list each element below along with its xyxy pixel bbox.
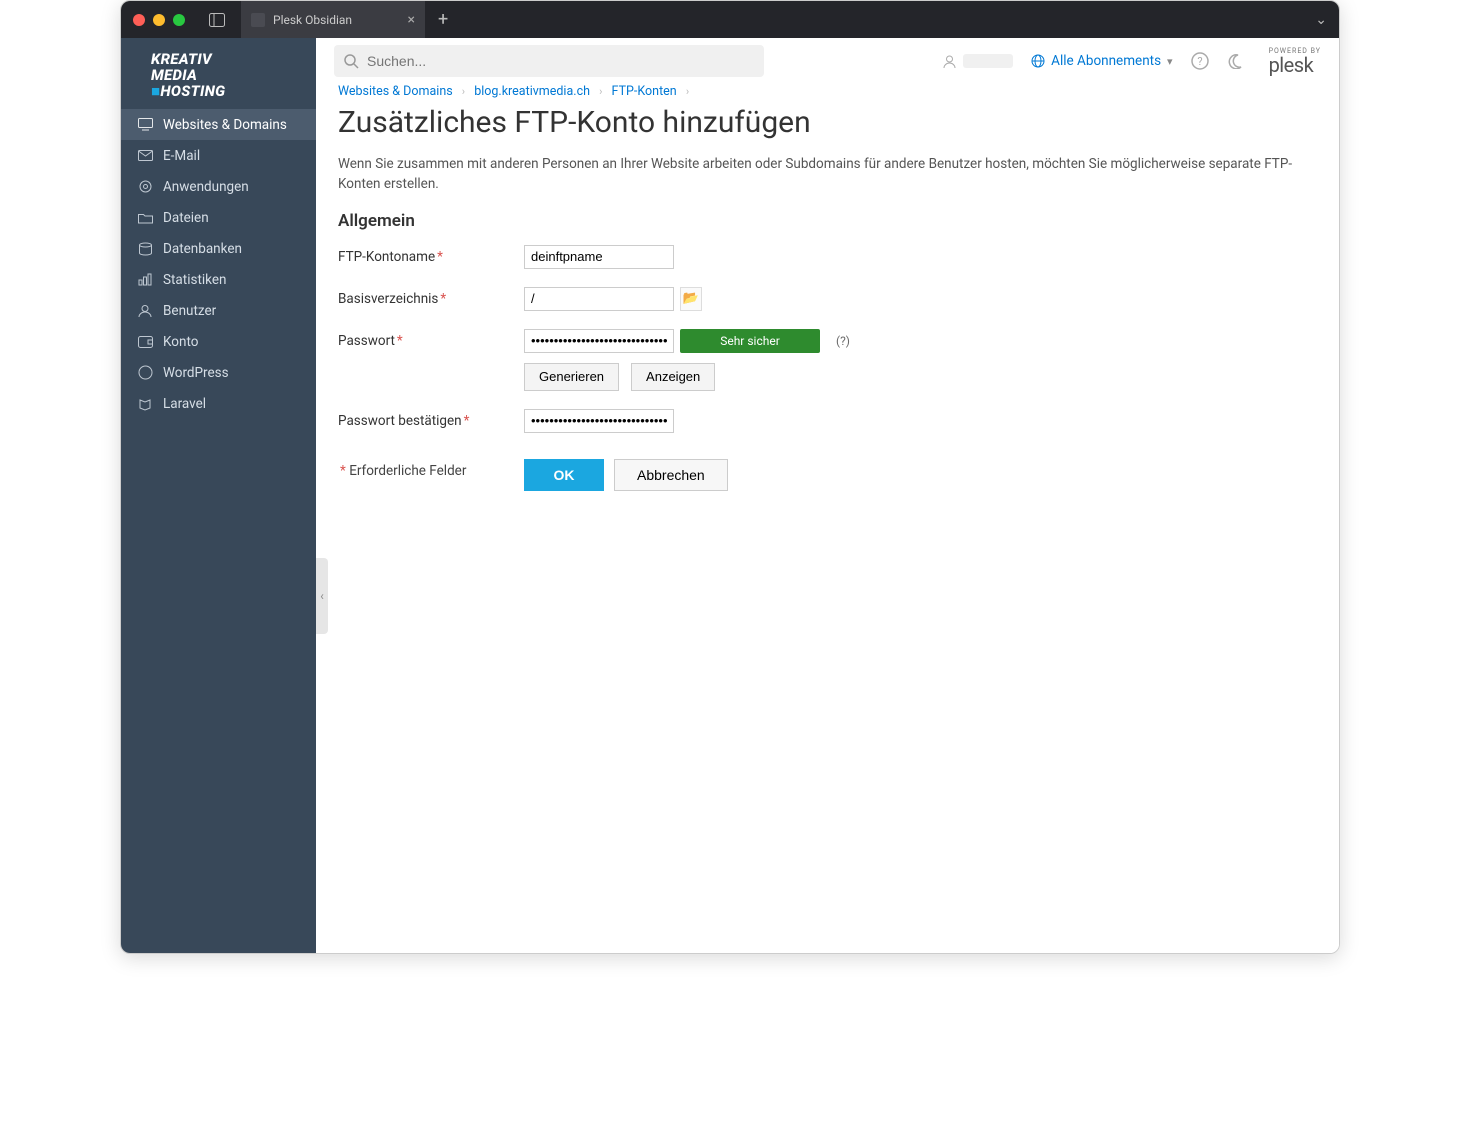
- svg-text:?: ?: [1197, 55, 1202, 68]
- username-masked: [963, 54, 1013, 68]
- tab-title: Plesk Obsidian: [273, 13, 352, 27]
- close-tab-button[interactable]: ×: [408, 12, 415, 28]
- subscriptions-menu[interactable]: Alle Abonnements ▾: [1031, 53, 1172, 69]
- window-titlebar: Plesk Obsidian × + ⌄: [121, 1, 1339, 38]
- generate-password-button[interactable]: Generieren: [524, 363, 619, 391]
- sidebar-item-anwendungen[interactable]: Anwendungen: [121, 171, 316, 202]
- sidebar-item-wordpress[interactable]: WordPress: [121, 357, 316, 388]
- password-strength-meter: Sehr sicher: [680, 329, 820, 353]
- minimize-window-button[interactable]: [153, 14, 165, 26]
- password-help-link[interactable]: (?): [836, 334, 850, 348]
- sidebar-item-label: WordPress: [163, 365, 229, 381]
- user-icon: [137, 303, 153, 319]
- sidebar-item-label: Datenbanken: [163, 241, 242, 257]
- section-heading-allgemein: Allgemein: [338, 211, 1317, 231]
- browse-folder-button[interactable]: 📂: [680, 287, 702, 311]
- monitor-icon: [137, 117, 153, 133]
- gear-icon: [137, 179, 153, 195]
- close-window-button[interactable]: [133, 14, 145, 26]
- breadcrumb-link[interactable]: blog.kreativmedia.ch: [474, 84, 590, 99]
- tabs-overflow-button[interactable]: ⌄: [1315, 12, 1327, 28]
- ftp-name-label: FTP-Kontoname*: [338, 245, 524, 265]
- sidebar-item-label: Statistiken: [163, 272, 226, 288]
- sidebar-item-label: Konto: [163, 334, 198, 350]
- topbar: Alle Abonnements ▾ ? POWERED BY plesk: [316, 38, 1339, 84]
- favicon-icon: [251, 13, 265, 27]
- password-input[interactable]: [524, 329, 674, 353]
- page-title: Zusätzliches FTP-Konto hinzufügen: [338, 105, 1317, 140]
- basedir-input[interactable]: [524, 287, 674, 311]
- password-confirm-input[interactable]: [524, 409, 674, 433]
- laravel-icon: [137, 396, 153, 412]
- breadcrumb: Websites & Domains › blog.kreativmedia.c…: [338, 84, 1317, 103]
- sidebar-item-label: E-Mail: [163, 148, 200, 164]
- ok-button[interactable]: OK: [524, 459, 604, 491]
- new-tab-button[interactable]: +: [426, 9, 460, 30]
- sidebar-item-label: Benutzer: [163, 303, 216, 319]
- sidebar-item-label: Laravel: [163, 396, 206, 412]
- sidebar-item-label: Websites & Domains: [163, 117, 287, 133]
- search-icon: [344, 54, 359, 69]
- wordpress-icon: [137, 365, 153, 381]
- page-description: Wenn Sie zusammen mit anderen Personen a…: [338, 154, 1298, 195]
- password-confirm-label: Passwort bestätigen*: [338, 409, 524, 429]
- breadcrumb-link[interactable]: Websites & Domains: [338, 84, 453, 99]
- folder-open-icon: 📂: [683, 291, 699, 306]
- sidebar-item-konto[interactable]: Konto: [121, 326, 316, 357]
- breadcrumb-link[interactable]: FTP-Konten: [612, 84, 677, 99]
- chevron-right-icon: ›: [593, 85, 608, 98]
- subscriptions-label: Alle Abonnements: [1051, 53, 1161, 69]
- browser-sidebar-button[interactable]: [203, 8, 231, 32]
- user-icon: [942, 54, 957, 69]
- sidebar-item-datenbanken[interactable]: Datenbanken: [121, 233, 316, 264]
- ftp-name-input[interactable]: [524, 245, 674, 269]
- sidebar-item-websites-domains[interactable]: Websites & Domains: [121, 109, 316, 140]
- plesk-brand-label: plesk: [1269, 55, 1314, 75]
- brand-line: ■HOSTING: [151, 84, 296, 100]
- stack-icon: [137, 241, 153, 257]
- theme-toggle-button[interactable]: [1227, 53, 1243, 69]
- maximize-window-button[interactable]: [173, 14, 185, 26]
- sidebar-item-benutzer[interactable]: Benutzer: [121, 295, 316, 326]
- basedir-label: Basisverzeichnis*: [338, 287, 524, 307]
- search-input[interactable]: [367, 53, 754, 69]
- wallet-icon: [137, 334, 153, 350]
- sidebar-item-email[interactable]: E-Mail: [121, 140, 316, 171]
- sidebar-collapse-handle[interactable]: ‹: [316, 558, 328, 634]
- chevron-down-icon: ▾: [1167, 55, 1173, 68]
- chevron-right-icon: ›: [456, 85, 471, 98]
- show-password-button[interactable]: Anzeigen: [631, 363, 715, 391]
- sidebar-item-laravel[interactable]: Laravel: [121, 388, 316, 419]
- help-button[interactable]: ?: [1191, 52, 1209, 70]
- password-label: Passwort*: [338, 329, 524, 349]
- required-fields-note: * Erforderliche Felder: [338, 459, 524, 479]
- cancel-button[interactable]: Abbrechen: [614, 459, 728, 491]
- brand-logo: KREATIV MEDIA ■HOSTING: [121, 38, 316, 109]
- sidebar-item-dateien[interactable]: Dateien: [121, 202, 316, 233]
- search-field[interactable]: [334, 45, 764, 77]
- sidebar-item-label: Anwendungen: [163, 179, 249, 195]
- browser-tab-plesk[interactable]: Plesk Obsidian ×: [241, 1, 426, 38]
- chevron-right-icon: ›: [680, 85, 695, 98]
- folder-icon: [137, 210, 153, 226]
- powered-by-plesk: POWERED BY plesk: [1269, 48, 1321, 75]
- globe-icon: [1031, 54, 1045, 68]
- barstat-icon: [137, 272, 153, 288]
- user-account-menu[interactable]: [942, 54, 1013, 69]
- sidebar-item-statistiken[interactable]: Statistiken: [121, 264, 316, 295]
- sidebar: KREATIV MEDIA ■HOSTING Websites & Domain…: [121, 38, 316, 953]
- sidebar-item-label: Dateien: [163, 210, 209, 226]
- mail-icon: [137, 148, 153, 164]
